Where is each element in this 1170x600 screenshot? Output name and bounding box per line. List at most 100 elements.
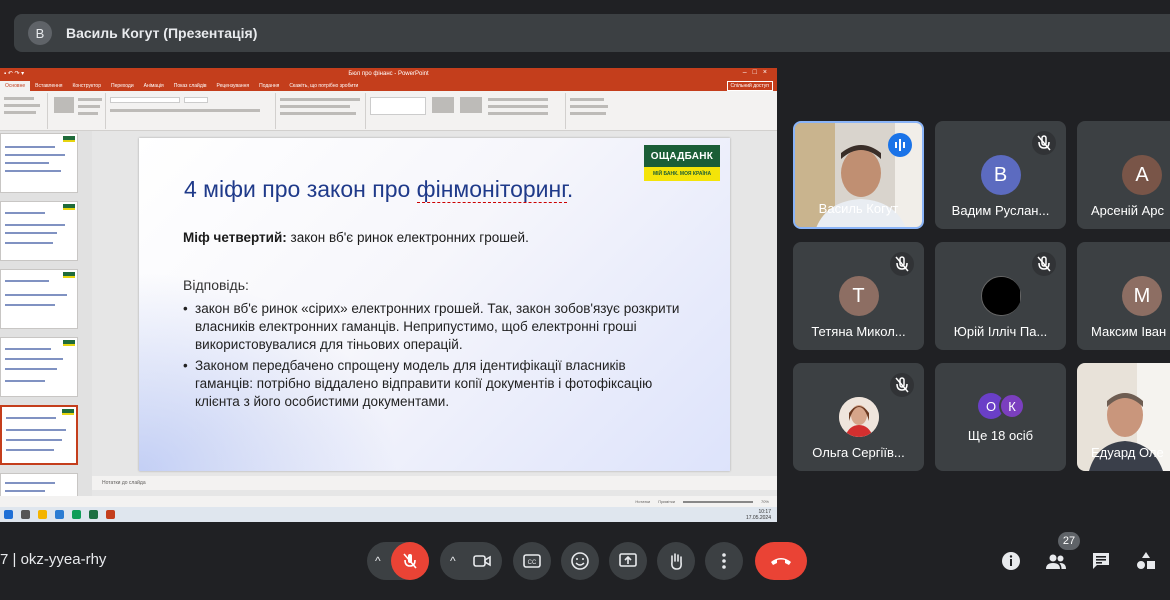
- participant-name: Едуард Оле: [1091, 445, 1164, 460]
- participant-name: Юрій Ілліч Па...: [953, 324, 1048, 339]
- ribbon-group-clipboard[interactable]: [0, 93, 48, 129]
- participant-tile[interactable]: Т Тетяна Микол...: [793, 242, 924, 350]
- notes-toggle[interactable]: Нотатки: [635, 499, 650, 504]
- quick-access-icon[interactable]: ▪ ↶ ↷ ▾: [4, 70, 24, 77]
- slide-thumbnail[interactable]: [0, 133, 78, 193]
- slide-canvas[interactable]: ОЩАДБАНК МІЙ БАНК. МОЯ КРАЇНА 4 міфи про…: [139, 138, 730, 471]
- participant-avatar: А: [1122, 155, 1162, 195]
- camera-icon[interactable]: [472, 551, 492, 571]
- slide-thumbnail-active[interactable]: [0, 405, 78, 465]
- excel-icon[interactable]: [89, 510, 98, 519]
- camera-control[interactable]: ^: [440, 542, 502, 580]
- more-vert-icon: [722, 553, 726, 569]
- clock-date: 17.05.2024: [745, 514, 771, 521]
- powerpoint-icon[interactable]: [106, 510, 115, 519]
- participant-name: Максим Іван: [1091, 324, 1167, 339]
- ribbon-group-paragraph[interactable]: [276, 93, 366, 129]
- slide-thumbnail[interactable]: [0, 269, 78, 329]
- meet-window: В Василь Когут (Презентація) ▪ ↶ ↷ ▾ Бюл…: [0, 0, 1170, 600]
- mic-control[interactable]: ^: [367, 542, 429, 580]
- start-icon[interactable]: [4, 510, 13, 519]
- presenter-avatar: В: [28, 21, 52, 45]
- slide-title-prefix: 4 міфи про закон про: [184, 176, 417, 202]
- tab-home[interactable]: Основне: [0, 81, 31, 91]
- tab-review[interactable]: Рецензування: [212, 81, 255, 91]
- participant-name: Василь Когут: [818, 201, 899, 216]
- tab-slideshow[interactable]: Показ слайдів: [169, 81, 212, 91]
- people-count-badge: 27: [1058, 532, 1080, 550]
- slide-myth: Міф четвертий: закон вб'є ринок електрон…: [183, 230, 529, 245]
- present-button[interactable]: [609, 542, 647, 580]
- comments-toggle[interactable]: Примітки: [658, 499, 675, 504]
- participant-tile[interactable]: В Вадим Руслан...: [935, 121, 1066, 229]
- more-participants-tile[interactable]: О К Ще 18 осіб: [935, 363, 1066, 471]
- participant-avatar: В: [980, 155, 1021, 195]
- tab-design[interactable]: Конструктор: [67, 81, 106, 91]
- zoom-slider[interactable]: [682, 500, 753, 503]
- tab-animations[interactable]: Анімація: [139, 81, 169, 91]
- chevron-up-icon[interactable]: ^: [375, 554, 381, 568]
- people-icon: [1046, 554, 1066, 569]
- chrome-icon[interactable]: [72, 510, 81, 519]
- slide-title-underlined: фінмоніторинг: [416, 176, 567, 203]
- raise-hand-button[interactable]: [657, 542, 695, 580]
- tab-view[interactable]: Подання: [254, 81, 284, 91]
- more-participants-label: Ще 18 осіб: [967, 428, 1034, 443]
- tell-me-search[interactable]: Скажіть, що потрібно зробити: [284, 81, 363, 91]
- more-options-button[interactable]: [705, 542, 743, 580]
- word-icon[interactable]: [55, 510, 64, 519]
- reactions-button[interactable]: [561, 542, 599, 580]
- participant-tile[interactable]: Едуард Оле: [1077, 363, 1170, 471]
- participant-tile[interactable]: А Арсеній Арс: [1077, 121, 1170, 229]
- ppt-workspace: ОЩАДБАНК МІЙ БАНК. МОЯ КРАЇНА 4 міфи про…: [0, 131, 777, 511]
- window-controls-icon[interactable]: –□×: [743, 69, 773, 76]
- chevron-up-icon[interactable]: ^: [450, 554, 456, 568]
- speaking-indicator-icon: [888, 133, 912, 157]
- slide-thumbnail[interactable]: [0, 201, 78, 261]
- zoom-level[interactable]: 70%: [761, 499, 769, 504]
- mic-off-button[interactable]: [391, 542, 429, 580]
- ribbon-group-editing[interactable]: [566, 93, 626, 129]
- slide-answer-label: Відповідь:: [183, 277, 249, 293]
- participant-tile[interactable]: М Максим Іван: [1077, 242, 1170, 350]
- captions-button[interactable]: CC: [513, 542, 551, 580]
- ribbon-group-slides[interactable]: [48, 93, 106, 129]
- shared-screen: ▪ ↶ ↷ ▾ Бюл про фінанс - PowerPoint –□× …: [0, 68, 777, 522]
- mini-avatar: К: [999, 393, 1025, 419]
- notes-pane[interactable]: Нотатки до слайда: [92, 476, 777, 490]
- ribbon-group-drawing[interactable]: [366, 93, 566, 129]
- meeting-info-button[interactable]: [1000, 550, 1022, 572]
- leave-call-button[interactable]: [755, 542, 807, 580]
- share-button[interactable]: Спільний доступ: [726, 81, 773, 91]
- people-button[interactable]: [1045, 550, 1067, 572]
- mic-off-icon: [403, 553, 417, 569]
- search-icon[interactable]: [21, 510, 30, 519]
- ribbon-group-font[interactable]: [106, 93, 276, 129]
- participant-avatar: М: [1122, 276, 1162, 316]
- explorer-icon[interactable]: [38, 510, 47, 519]
- ppt-title-bar: ▪ ↶ ↷ ▾ Бюл про фінанс - PowerPoint –□×: [0, 68, 777, 80]
- slide-thumbnail[interactable]: [0, 337, 78, 397]
- ppt-ribbon-tabs: Основне Вставлення Конструктор Переходи …: [0, 80, 777, 91]
- captions-icon: CC: [523, 554, 541, 568]
- taskbar-clock: 10:17 17.05.2024: [746, 509, 771, 521]
- participant-tile[interactable]: Василь Когут: [793, 121, 924, 229]
- participant-tile[interactable]: Ольга Сергіїв...: [793, 363, 924, 471]
- svg-text:CC: CC: [528, 560, 537, 566]
- participant-tile[interactable]: Юрій Ілліч Па...: [935, 242, 1066, 350]
- moon-avatar-icon: [982, 277, 1020, 315]
- tab-insert[interactable]: Вставлення: [30, 81, 67, 91]
- activities-icon: [1137, 552, 1155, 569]
- presenter-title: Василь Когут (Презентація): [66, 25, 258, 41]
- tab-transitions[interactable]: Переходи: [106, 81, 139, 91]
- ppt-ribbon: [0, 91, 777, 131]
- chat-button[interactable]: [1090, 550, 1112, 572]
- slide-title-suffix: .: [566, 176, 574, 202]
- present-screen-icon: [619, 553, 637, 567]
- chat-icon: [1093, 553, 1109, 569]
- presenter-bar: В Василь Когут (Презентація): [14, 14, 1170, 52]
- slide-title: 4 міфи про закон про фінмоніторинг.: [184, 176, 573, 203]
- hand-icon: [671, 553, 682, 570]
- activities-button[interactable]: [1135, 550, 1157, 572]
- participant-avatar: [980, 276, 1021, 316]
